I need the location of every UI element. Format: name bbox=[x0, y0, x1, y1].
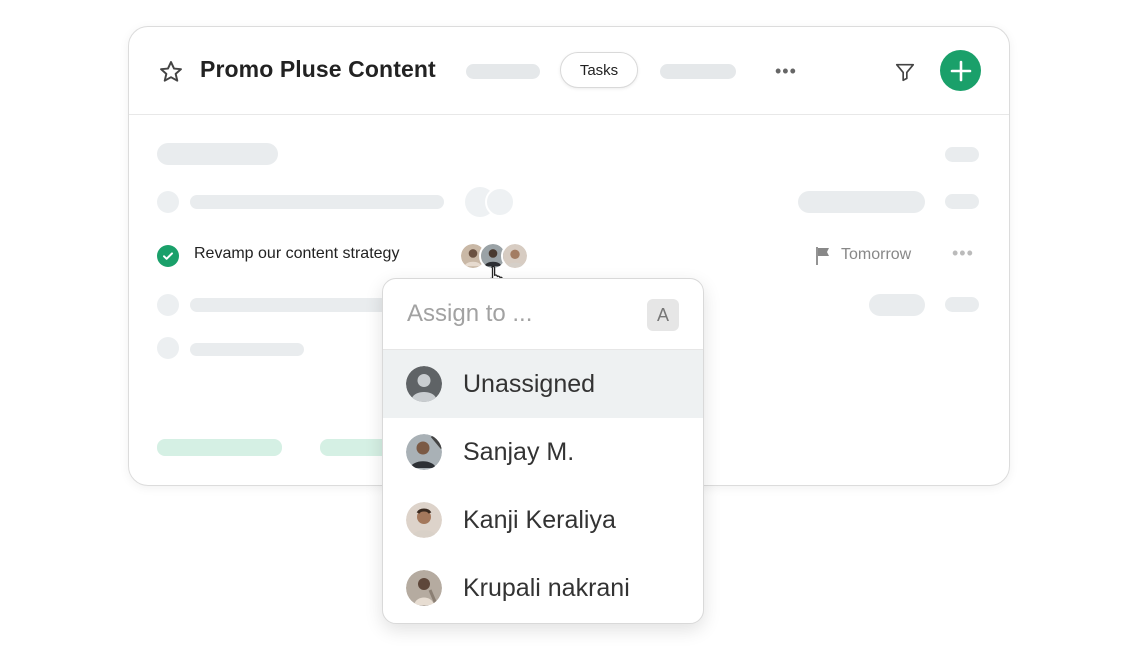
menu-placeholder bbox=[945, 194, 979, 209]
flag-icon bbox=[816, 247, 829, 265]
due-date[interactable]: Tomorrow bbox=[841, 246, 911, 264]
task-checkbox-placeholder bbox=[157, 294, 179, 316]
task-title-placeholder bbox=[190, 195, 444, 209]
tab-placeholder bbox=[660, 64, 736, 79]
date-placeholder bbox=[798, 191, 925, 213]
star-icon[interactable] bbox=[158, 59, 184, 85]
avatar-icon bbox=[406, 502, 442, 538]
assign-option-unassigned[interactable]: Unassigned bbox=[383, 350, 703, 418]
assign-option-kanji[interactable]: Kanji Keraliya bbox=[383, 486, 703, 554]
section-placeholder bbox=[157, 143, 278, 165]
task-checkbox-placeholder bbox=[157, 337, 179, 359]
check-icon bbox=[163, 252, 173, 260]
avatar-placeholder bbox=[485, 187, 515, 217]
task-more-button[interactable]: ••• bbox=[952, 243, 974, 264]
tab-placeholder bbox=[466, 64, 540, 79]
assign-search-input[interactable] bbox=[407, 300, 627, 328]
task-checkbox-placeholder bbox=[157, 191, 179, 213]
page-title: Promo Pluse Content bbox=[200, 56, 436, 82]
option-label: Krupali nakrani bbox=[463, 573, 630, 602]
count-placeholder bbox=[945, 147, 979, 162]
task-complete-checkbox[interactable] bbox=[157, 245, 179, 267]
option-label: Kanji Keraliya bbox=[463, 505, 616, 534]
unassigned-avatar-icon bbox=[406, 366, 442, 402]
option-label: Unassigned bbox=[463, 369, 596, 398]
date-placeholder bbox=[869, 294, 925, 316]
assign-option-krupali[interactable]: Krupali nakrani bbox=[383, 554, 703, 622]
project-header: Promo Pluse Content Tasks ••• bbox=[129, 27, 1009, 115]
task-title-placeholder bbox=[190, 298, 390, 312]
filter-icon[interactable] bbox=[894, 61, 916, 83]
shortcut-badge: A bbox=[647, 299, 679, 331]
avatar-icon bbox=[406, 434, 442, 470]
tag-placeholder bbox=[157, 439, 282, 456]
assign-option-sanjay[interactable]: Sanjay M. bbox=[383, 418, 703, 486]
option-label: Sanjay M. bbox=[463, 437, 575, 466]
assign-dropdown: A Unassigned Sanjay M. Kanji Keraliya Kr… bbox=[382, 278, 704, 624]
tab-tasks[interactable]: Tasks bbox=[560, 52, 638, 88]
more-menu-button[interactable]: ••• bbox=[775, 61, 797, 82]
plus-icon bbox=[950, 60, 971, 81]
task-title[interactable]: Revamp our content strategy bbox=[194, 245, 399, 263]
task-title-placeholder bbox=[190, 343, 304, 356]
menu-placeholder bbox=[945, 297, 979, 312]
add-button[interactable] bbox=[940, 50, 981, 91]
avatar-icon bbox=[406, 570, 442, 606]
